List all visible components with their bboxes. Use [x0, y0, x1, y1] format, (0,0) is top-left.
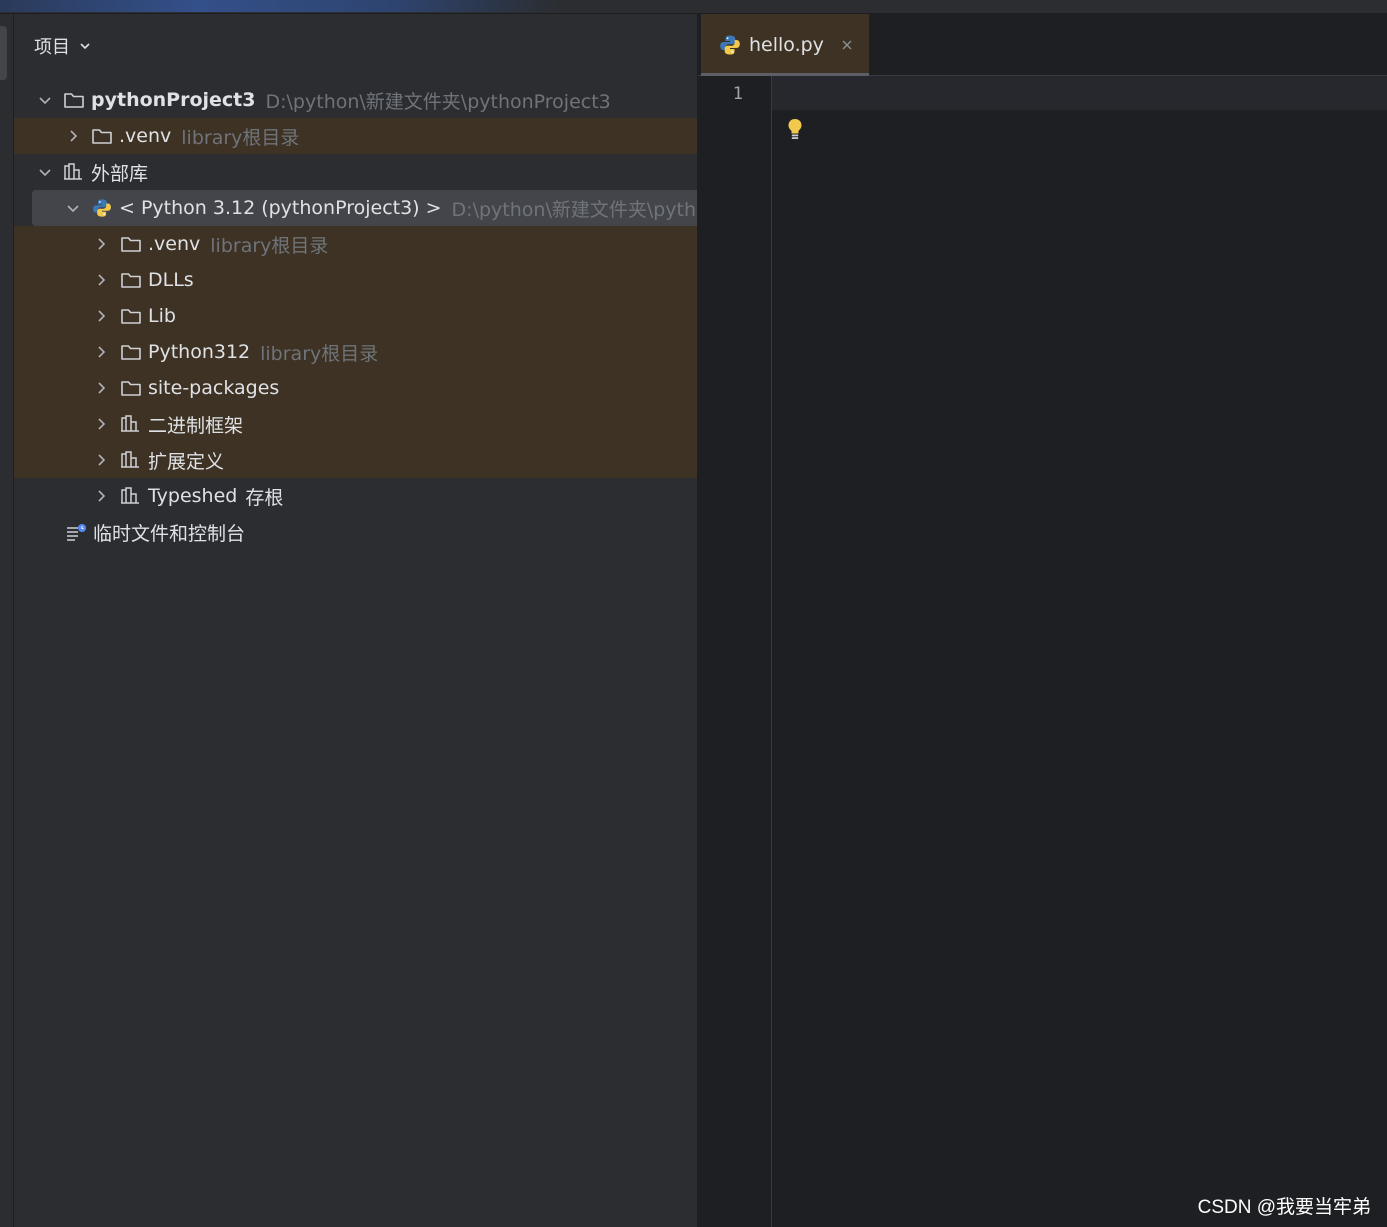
chevron-down-icon[interactable] [37, 92, 53, 108]
tree-node-external-libraries[interactable]: 外部库 [14, 154, 697, 190]
chevron-right-icon[interactable] [93, 272, 109, 288]
typeshed-stubs-suffix: 存根 [245, 486, 284, 509]
chevron-down-icon [80, 43, 90, 50]
python-icon [93, 199, 111, 217]
library-icon [121, 487, 139, 504]
library-icon [121, 415, 139, 432]
project-path: D:\python\新建文件夹\pythonProject3 [265, 90, 611, 113]
tree-node-site-packages[interactable]: site-packages [14, 370, 697, 406]
project-panel: 项目 pythonProject3 D:\python\新建文件夹\python… [14, 14, 698, 1227]
tab-title: hello.py [749, 34, 824, 56]
project-tool-window-tab[interactable] [0, 26, 7, 80]
sdk-venv-label: .venv [148, 233, 201, 255]
tree-node-scratches-consoles[interactable]: 临时文件和控制台 [14, 514, 697, 550]
panel-title: 项目 [34, 37, 70, 58]
site-packages-label: site-packages [148, 377, 280, 399]
tree-node-lib[interactable]: Lib [14, 298, 697, 334]
library-icon [121, 451, 139, 468]
external-libraries-label: 外部库 [91, 162, 149, 185]
binary-frameworks-label: 二进制框架 [148, 414, 244, 437]
line-number-gutter: 1 [698, 76, 772, 1227]
library-root-hint: library根目录 [181, 126, 300, 149]
chevron-right-icon[interactable] [93, 452, 109, 468]
scratches-icon [67, 524, 86, 541]
folder-icon [121, 381, 141, 396]
tree-node-python312[interactable]: Python312 library根目录 [14, 334, 697, 370]
python-sdk-label: < Python 3.12 (pythonProject3) > [119, 197, 442, 219]
tree-node-python-sdk[interactable]: < Python 3.12 (pythonProject3) > D:\pyth… [32, 190, 698, 226]
chevron-right-icon[interactable] [65, 128, 81, 144]
folder-icon [92, 129, 112, 144]
editor-area: hello.py 1 [698, 14, 1387, 1227]
close-icon[interactable] [840, 38, 854, 52]
extended-definitions-label: 扩展定义 [148, 450, 225, 473]
line-number: 1 [732, 84, 743, 104]
folder-icon [121, 309, 141, 324]
editor-tab-hello-py[interactable]: hello.py [701, 14, 869, 77]
python-file-icon [720, 35, 740, 55]
library-icon [64, 163, 82, 180]
venv-label: .venv [119, 125, 172, 147]
chevron-right-icon[interactable] [93, 236, 109, 252]
title-bar-highlight [0, 0, 560, 12]
chevron-down-icon[interactable] [65, 200, 81, 216]
tree-node-venv[interactable]: .venv library根目录 [14, 118, 697, 154]
typeshed-label: Typeshed [148, 485, 238, 507]
chevron-down-icon[interactable] [37, 164, 53, 180]
chevron-right-icon[interactable] [93, 488, 109, 504]
folder-icon [121, 273, 141, 288]
library-root-hint: library根目录 [260, 342, 379, 365]
project-view-selector[interactable]: 项目 [34, 34, 92, 58]
chevron-right-icon[interactable] [93, 308, 109, 324]
dlls-label: DLLs [148, 269, 194, 291]
tree-node-typeshed[interactable]: Typeshed 存根 [14, 478, 697, 514]
scratches-label: 临时文件和控制台 [93, 522, 246, 545]
chevron-right-icon[interactable] [93, 344, 109, 360]
chevron-right-icon[interactable] [93, 380, 109, 396]
lib-label: Lib [148, 305, 176, 327]
folder-icon [121, 345, 141, 360]
tree-node-binary-frameworks[interactable]: 二进制框架 [14, 406, 697, 442]
tree-node-project-root[interactable]: pythonProject3 D:\python\新建文件夹\pythonPro… [14, 82, 697, 118]
python-sdk-path: D:\python\新建文件夹\python [451, 198, 698, 221]
tree-node-dlls[interactable]: DLLs [14, 262, 697, 298]
project-name: pythonProject3 [91, 89, 256, 111]
watermark: CSDN @我要当牢弟 [1197, 1197, 1371, 1218]
editor-tab-bar: hello.py [698, 14, 1387, 77]
window-title-bar [0, 0, 1387, 14]
tool-window-stripe [0, 14, 14, 1227]
folder-icon [121, 237, 141, 252]
tree-node-extended-definitions[interactable]: 扩展定义 [14, 442, 697, 478]
chevron-right-icon[interactable] [93, 416, 109, 432]
folder-icon [64, 93, 84, 108]
python312-label: Python312 [148, 341, 251, 363]
code-editor[interactable] [773, 76, 1387, 1227]
library-root-hint: library根目录 [210, 234, 329, 257]
tree-node-sdk-venv[interactable]: .venv library根目录 [14, 226, 697, 262]
